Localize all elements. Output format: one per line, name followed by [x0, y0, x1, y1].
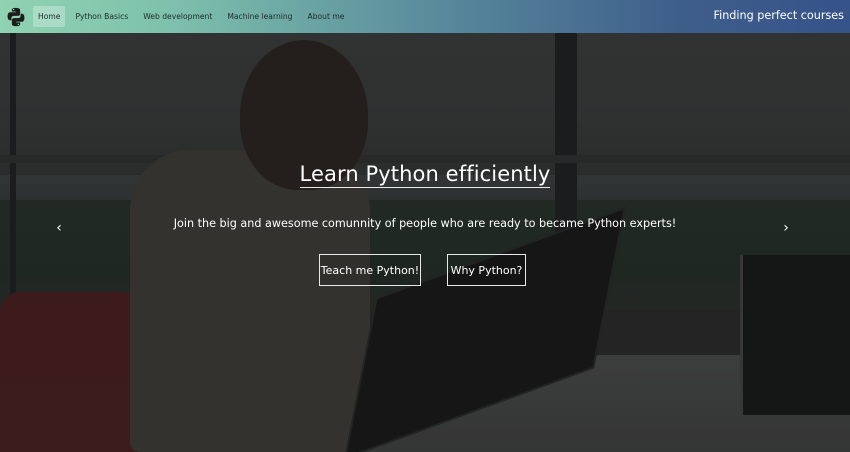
chevron-right-icon[interactable]: ›: [778, 220, 794, 236]
why-python-button[interactable]: Why Python?: [447, 254, 526, 286]
nav-item-home[interactable]: Home: [33, 6, 66, 27]
nav-item-web-development[interactable]: Web development: [138, 6, 217, 27]
chevron-left-icon[interactable]: ‹: [51, 220, 67, 236]
hero-title: Learn Python efficiently: [0, 162, 850, 188]
nav-tagline: Finding perfect courses: [713, 9, 844, 22]
nav-item-about-me[interactable]: About me: [303, 6, 350, 27]
teach-me-python-button[interactable]: Teach me Python!: [319, 254, 421, 286]
python-logo-icon[interactable]: [5, 6, 27, 28]
nav-item-machine-learning[interactable]: Machine learning: [222, 6, 297, 27]
nav-item-python-basics[interactable]: Python Basics: [70, 6, 133, 27]
hero-title-text: Learn Python efficiently: [299, 162, 551, 188]
nav-links: Home Python Basics Web development Machi…: [33, 0, 354, 33]
top-navbar: Home Python Basics Web development Machi…: [0, 0, 850, 33]
hero-subtitle: Join the big and awesome comunnity of pe…: [173, 217, 677, 230]
